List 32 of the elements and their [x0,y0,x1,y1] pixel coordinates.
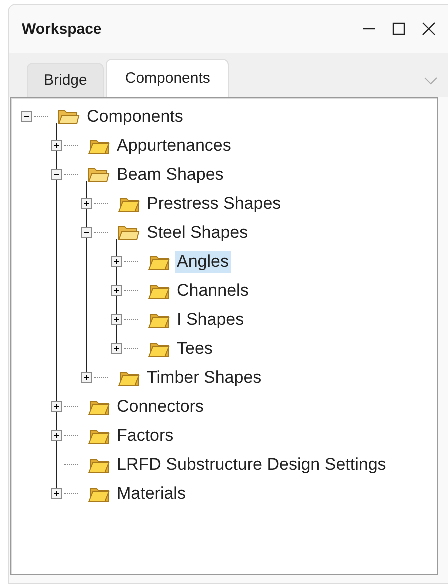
expand-icon[interactable] [81,198,92,209]
tree-item[interactable]: Components [85,106,186,128]
tree-item[interactable]: Angles [175,250,231,272]
tree-item[interactable]: LRFD Substructure Design Settings [115,454,388,476]
expand-icon[interactable] [111,343,122,354]
tree-item[interactable]: Appurtenances [115,134,234,156]
expand-icon[interactable] [51,430,62,441]
close-icon[interactable] [422,22,436,36]
expand-icon[interactable] [111,314,122,325]
collapse-icon[interactable] [51,169,62,180]
expand-icon[interactable] [51,488,62,499]
expand-icon[interactable] [111,256,122,267]
tab[interactable]: Components [106,59,230,97]
tab[interactable]: Bridge [27,63,104,97]
expand-icon[interactable] [51,401,62,412]
collapse-icon[interactable] [21,111,32,122]
tree-item[interactable]: Steel Shapes [145,222,250,244]
tree-item[interactable]: Beam Shapes [115,164,226,186]
tree-item[interactable]: Factors [115,424,176,446]
tree-item[interactable]: I Shapes [175,308,246,330]
tree-item[interactable]: Materials [115,482,188,504]
collapse-icon[interactable] [81,227,92,238]
tree-item[interactable]: Connectors [115,396,206,418]
maximize-icon[interactable] [392,22,406,36]
tree-item[interactable]: Timber Shapes [145,366,264,388]
expand-icon[interactable] [51,140,62,151]
window-title: Workspace [22,20,102,38]
expand-icon[interactable] [111,285,122,296]
tree-item[interactable]: Tees [175,338,215,360]
tree-item[interactable]: Prestress Shapes [145,192,284,214]
expand-icon[interactable] [81,372,92,383]
tree-item[interactable]: Channels [175,280,251,302]
